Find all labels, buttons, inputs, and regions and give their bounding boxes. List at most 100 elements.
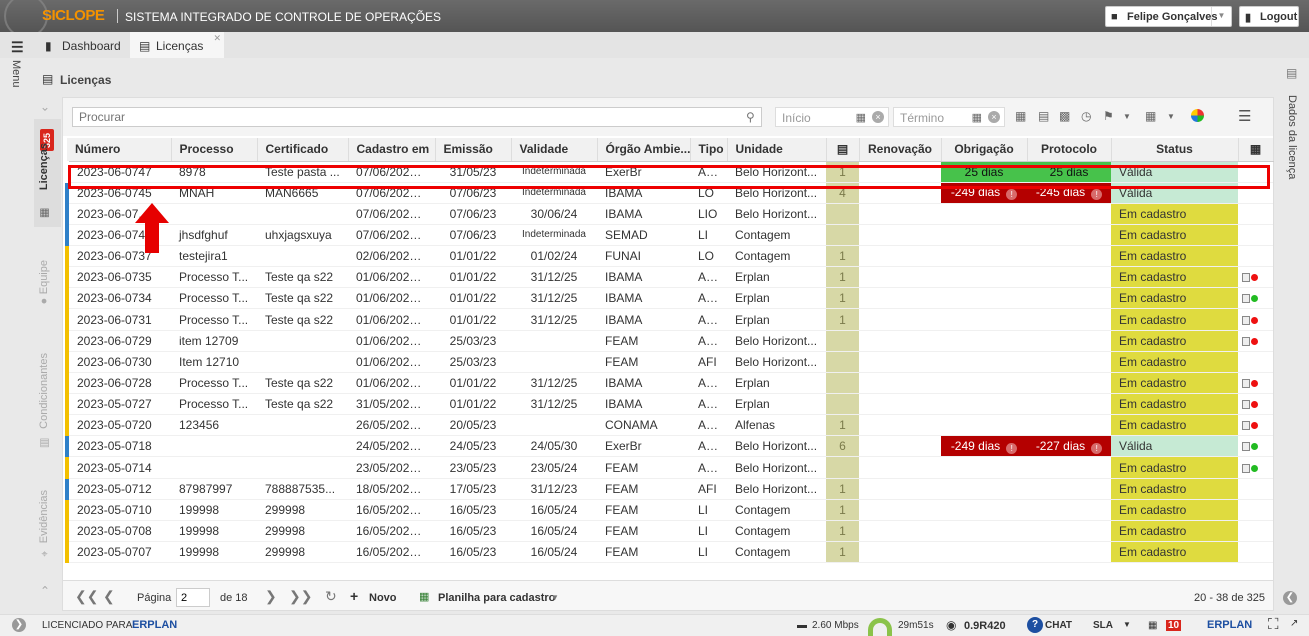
cell-flags[interactable] [1238, 266, 1273, 289]
table-row[interactable]: 2023-06-0747 8978 Teste pasta ... 07/06/202… [67, 161, 1273, 183]
search-icon[interactable]: ⚲ [746, 110, 755, 124]
external-link-icon[interactable]: ↗ [1290, 618, 1298, 629]
table-row[interactable]: 2023-05-0707 199998 299998 16/05/2023 1... 1… [65, 541, 1273, 564]
close-icon[interactable]: ✕ [213, 33, 221, 44]
user-menu-button[interactable]: ■ Felipe Gonçalves ▼ [1105, 6, 1232, 27]
column-header-validade[interactable]: Validade [511, 138, 598, 162]
color-wheel-icon[interactable] [1191, 109, 1204, 125]
flag-filter-icon[interactable]: ⚑ [1103, 109, 1114, 123]
cell-flags[interactable] [1238, 456, 1273, 479]
search-input[interactable] [72, 107, 762, 127]
sheet-filter-icon[interactable]: ▦ [1145, 109, 1156, 123]
chevron-down-icon[interactable]: ▼ [1167, 112, 1175, 121]
notification-badge[interactable]: 10 [1166, 620, 1182, 631]
sheet-icon[interactable]: ▦ [1148, 620, 1157, 631]
table-row[interactable]: 2023-06-0728 Processo T... Teste qa s22 01/… [65, 372, 1273, 395]
cell-flags[interactable] [1238, 541, 1273, 564]
calendar-icon[interactable]: ▦ [972, 111, 982, 124]
chevron-down-icon[interactable]: ▼ [1211, 7, 1231, 26]
table-row[interactable]: 2023-06-0731 Processo T... Teste qa s22 01/… [65, 308, 1273, 331]
table-row[interactable]: 2023-06-074... jhsdfghuf uhxjagsxuya 07/06/… [65, 224, 1273, 247]
clear-icon[interactable]: × [988, 111, 1000, 123]
warning-icon[interactable]: ! [1006, 189, 1018, 201]
plus-icon[interactable]: + [350, 588, 358, 604]
logout-button[interactable]: ▮ Logout [1239, 6, 1299, 27]
column-header-protocolo[interactable]: Protocolo [1027, 138, 1112, 162]
warning-icon[interactable]: ! [1091, 189, 1103, 201]
cell-flags[interactable] [1238, 203, 1273, 225]
column-header-renovacao[interactable]: Renovação [859, 138, 942, 162]
chevron-up-icon[interactable]: ⌃ [38, 99, 52, 113]
hamburger-menu-icon[interactable]: ☰ [11, 40, 24, 54]
clock-filter-icon[interactable]: ◷ [1081, 109, 1091, 123]
column-header-status[interactable]: Status [1111, 138, 1239, 162]
side-tab-licencas-label[interactable]: Licenças [38, 143, 50, 190]
table-row[interactable]: 2023-06-0734 Processo T... Teste qa s22 01/… [65, 287, 1273, 310]
chat-button[interactable]: CHAT [1045, 620, 1072, 631]
sla-selector[interactable]: SLA [1093, 620, 1113, 631]
cell-flags[interactable] [1238, 351, 1273, 373]
table-row[interactable]: 2023-06-0737 testejira1 02/06/2023 0... 01/… [65, 245, 1273, 268]
column-header-cadastro[interactable]: Cadastro em [348, 138, 436, 162]
tab-licencas[interactable]: ▤ Licenças ✕ [130, 32, 224, 58]
end-date-field[interactable]: Término ▦ × [893, 107, 1005, 127]
calendar-icon[interactable]: ▦ [856, 111, 866, 124]
clipboard-filter-icon[interactable]: ▤ [1038, 109, 1049, 123]
warning-icon[interactable]: ! [1006, 442, 1018, 454]
table-row[interactable]: 2023-06-0730 Item 12710 01/06/2023 1... 25/… [65, 351, 1273, 373]
table-row[interactable]: 2023-05-0708 199998 299998 16/05/2023 1... 1… [65, 520, 1273, 543]
table-row[interactable]: 2023-05-0718 24/05/2023 1... 24/05/23 24/05… [65, 435, 1273, 458]
column-header-orgao[interactable]: Órgão Ambie... [597, 138, 691, 162]
table-row[interactable]: 2023-05-0727 Processo T... Teste qa s22 31/… [65, 393, 1273, 416]
table-row[interactable]: 2023-06-07... 07/06/2023 1... 07/06/23 30/0… [65, 203, 1273, 225]
pulse-filter-icon[interactable]: ▩ [1059, 109, 1070, 123]
expand-right-icon[interactable]: ❯ [12, 618, 26, 632]
column-header-numero[interactable]: Número [67, 138, 172, 162]
spreadsheet-button[interactable]: Planilha para cadastro [438, 592, 555, 604]
prev-page-icon[interactable]: ❮ [103, 588, 115, 605]
chevron-down-icon[interactable]: ⌄ [38, 583, 52, 597]
column-header-attachments[interactable]: ▤ [826, 138, 860, 162]
chat-icon[interactable]: ? [1027, 617, 1043, 633]
side-tab-evidencias[interactable]: Evidências [38, 490, 50, 543]
side-tab-equipe[interactable]: Equipe [38, 260, 50, 294]
cell-flags[interactable] [1238, 414, 1273, 437]
new-button[interactable]: Novo [369, 592, 397, 604]
table-row[interactable]: 2023-05-0712 87987997 788887535... 18/05/20… [65, 478, 1273, 500]
table-row[interactable]: 2023-06-0745 MNAH MAN6665 07/06/2023 1... 07… [65, 182, 1273, 204]
right-panel-tab[interactable]: Dados da licença [1286, 95, 1298, 179]
cell-flags[interactable] [1238, 393, 1273, 416]
fullscreen-icon[interactable]: ⛶ [1268, 616, 1279, 633]
table-row[interactable]: 2023-06-0735 Processo T... Teste qa s22 01/… [65, 266, 1273, 289]
table-row[interactable]: 2023-05-0720 123456 26/05/2023 1... 20/05/2… [65, 414, 1273, 437]
chevron-down-icon[interactable]: ▼ [551, 593, 559, 602]
clear-icon[interactable]: × [872, 111, 884, 123]
warning-icon[interactable]: ! [1091, 442, 1103, 454]
table-row[interactable]: 2023-05-0714 23/05/2023 1... 23/05/23 23/05… [65, 456, 1273, 479]
cell-flags[interactable] [1238, 245, 1273, 268]
cell-flags[interactable] [1238, 182, 1273, 204]
table-row[interactable]: 2023-06-0729 item 12709 01/06/2023 1... 25/… [65, 330, 1273, 352]
collapse-left-icon[interactable]: ❮ [1283, 591, 1297, 605]
column-menu-icon[interactable]: ☰ [1238, 107, 1251, 125]
column-header-emissao[interactable]: Emissão [435, 138, 512, 162]
cell-flags[interactable] [1238, 287, 1273, 310]
menu-label[interactable]: Menu [10, 60, 22, 88]
cell-flags[interactable] [1238, 330, 1273, 352]
cell-flags[interactable] [1238, 520, 1273, 543]
cell-flags[interactable] [1238, 372, 1273, 395]
column-header-unidade[interactable]: Unidade [727, 138, 827, 162]
cell-flags[interactable] [1238, 308, 1273, 331]
tab-dashboard[interactable]: ▮ Dashboard [36, 32, 128, 58]
cell-flags[interactable] [1238, 478, 1273, 500]
first-page-icon[interactable]: ❮❮ [75, 588, 98, 605]
last-page-icon[interactable]: ❯❯ [289, 588, 312, 605]
table-row[interactable]: 2023-05-0710 199998 299998 16/05/2023 1... 1… [65, 499, 1273, 521]
app-logo[interactable]: SICLOPE [42, 7, 105, 24]
cell-flags[interactable] [1238, 435, 1273, 458]
page-input[interactable] [176, 588, 210, 607]
chevron-down-icon[interactable]: ▼ [1123, 112, 1131, 121]
column-header-obrigacao[interactable]: Obrigação [941, 138, 1028, 162]
column-header-certificado[interactable]: Certificado [257, 138, 349, 162]
calendar-filter-icon[interactable]: ▦ [1015, 109, 1026, 123]
